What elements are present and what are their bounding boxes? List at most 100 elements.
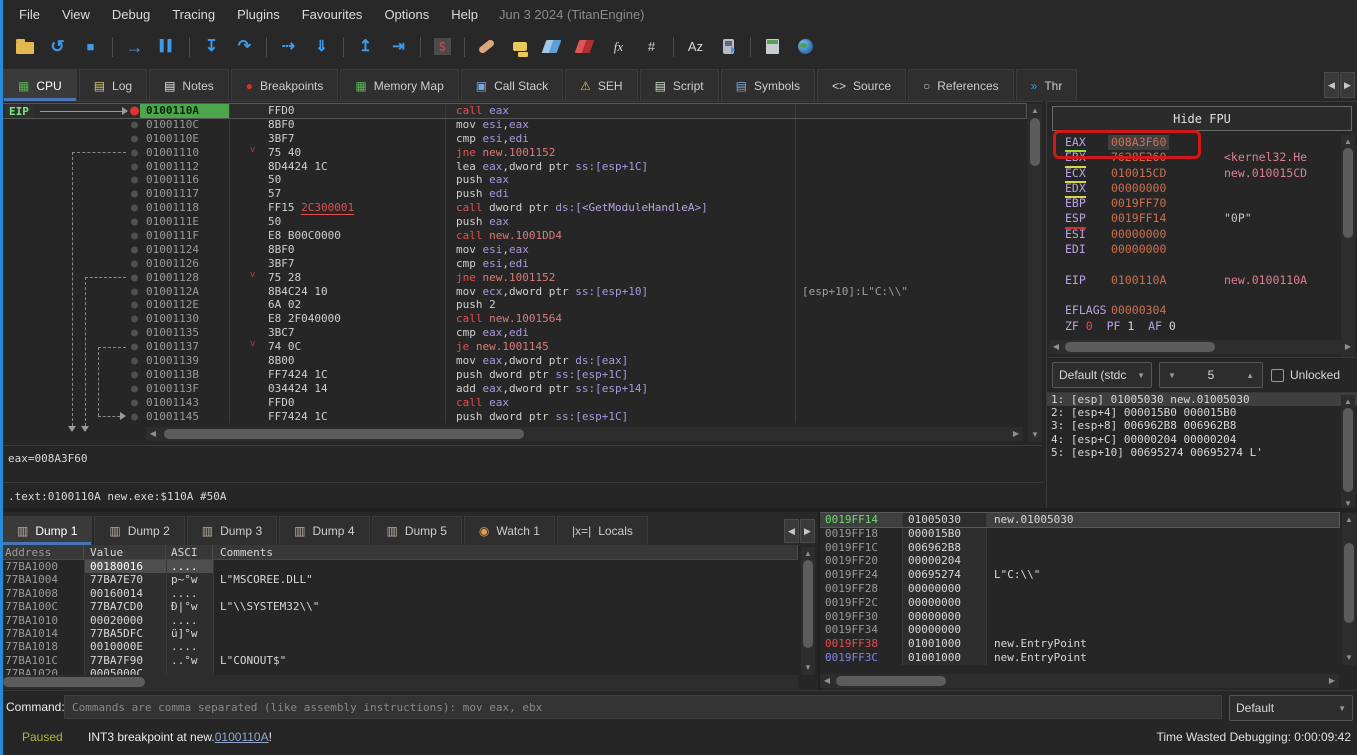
disassembly-row[interactable]: 0100111FE8 B00C0000call new.1001DD4 — [0, 229, 1026, 243]
calculator-icon[interactable] — [756, 33, 789, 61]
gutter-dot-icon[interactable] — [131, 177, 138, 184]
scroll-up-icon[interactable]: ▲ — [1341, 135, 1355, 149]
gutter-dot-icon[interactable] — [131, 246, 138, 253]
bookmarks-icon[interactable] — [569, 33, 602, 61]
disassembly-row[interactable]: 0100113BFF7424 1Cpush dword ptr ss:[esp+… — [0, 368, 1026, 382]
pause-icon[interactable]: ▌▌ — [151, 33, 184, 61]
scroll-left-icon[interactable]: ◀ — [146, 427, 160, 441]
strings-icon[interactable]: Az — [679, 33, 712, 61]
stack-row[interactable]: 0019FF3C01001000new.EntryPoint — [820, 651, 1339, 665]
disassembly-row[interactable]: 01001128v75 28jne new.1001152 — [0, 271, 1026, 285]
dump-header-comments[interactable]: Comments — [213, 545, 798, 559]
register-row[interactable]: EAX008A3F60 — [1047, 135, 1339, 150]
gutter-dot-icon[interactable] — [131, 232, 138, 239]
checkbox-icon[interactable] — [1271, 369, 1284, 382]
tab-watch-1[interactable]: ◉Watch 1 — [464, 516, 555, 545]
register-row[interactable]: EBX7628E260<kernel32.He — [1047, 150, 1339, 165]
scroll-right-icon[interactable]: ▶ — [1009, 427, 1023, 441]
stack-argument-row[interactable]: 3: [esp+8] 006962B8 006962B8 — [1047, 419, 1357, 432]
scroll-right-icon[interactable]: ▶ — [1325, 674, 1339, 688]
gutter-dot-icon[interactable] — [131, 344, 138, 351]
tab-breakpoints[interactable]: ●Breakpoints — [231, 69, 339, 101]
hash-icon[interactable]: # — [635, 33, 668, 61]
gutter-dot-icon[interactable] — [131, 274, 138, 281]
functions-icon[interactable]: fx — [602, 33, 635, 61]
gutter-dot-icon[interactable] — [131, 260, 138, 267]
gutter-dot-icon[interactable] — [131, 385, 138, 392]
donate-icon[interactable] — [789, 33, 822, 61]
disassembly-row[interactable]: 0100113F034424 14add eax,dword ptr ss:[e… — [0, 382, 1026, 396]
tab-threads[interactable]: »Thr — [1016, 69, 1078, 101]
tab-dump-1[interactable]: ▥Dump 1 — [2, 516, 92, 545]
scroll-down-icon[interactable]: ▼ — [801, 661, 815, 675]
tab-cpu[interactable]: ▦CPU — [3, 69, 77, 101]
disassembly-row[interactable]: 010011128D4424 1Clea eax,dword ptr ss:[e… — [0, 160, 1026, 174]
dump-header-address[interactable]: Address — [0, 545, 84, 559]
gutter-dot-icon[interactable] — [131, 399, 138, 406]
disassembly-panel[interactable]: EIP 0100110AFFD0call eax0100110C8BF0mov … — [0, 101, 1043, 445]
stack-row[interactable]: 0019FF2C00000000 — [820, 596, 1339, 610]
v-scroll-thumb[interactable] — [803, 560, 813, 648]
tab-references[interactable]: ○References — [908, 69, 1014, 101]
disassembly-h-scrollbar[interactable]: ◀ ▶ — [146, 427, 1023, 441]
gutter-dot-icon[interactable] — [131, 205, 138, 212]
h-scroll-thumb[interactable] — [836, 676, 946, 686]
register-row[interactable]: ESI00000000 — [1047, 227, 1339, 242]
disassembly-row[interactable]: 010011398B00mov eax,dword ptr ds:[eax] — [0, 354, 1026, 368]
tab-source[interactable]: <>Source — [817, 69, 906, 101]
disassembly-v-scrollbar[interactable]: ▲ ▼ — [1028, 104, 1042, 442]
disassembly-row[interactable]: 010011248BF0mov esi,eax — [0, 243, 1026, 257]
h-scroll-thumb[interactable] — [164, 429, 524, 439]
disassembly-row[interactable]: 01001110v75 40jne new.1001152 — [0, 146, 1026, 160]
stack-row[interactable]: 0019FF3801001000new.EntryPoint — [820, 637, 1339, 651]
menu-item-options[interactable]: Options — [373, 0, 440, 29]
v-scroll-thumb[interactable] — [1344, 543, 1354, 623]
gutter-dot-icon[interactable] — [131, 413, 138, 420]
tab-locals[interactable]: |x=|Locals — [557, 516, 648, 545]
step-into-skip-icon[interactable]: ⇓ — [305, 33, 338, 61]
scroll-up-icon[interactable]: ▲ — [1341, 395, 1355, 409]
registers-v-scrollbar[interactable]: ▲ ▼ — [1341, 135, 1355, 357]
run-to-user-code-icon[interactable]: ⇥ — [382, 33, 415, 61]
stack-argument-row[interactable]: 5: [esp+10] 00695274 00695274 L' — [1047, 446, 1357, 459]
stack-row[interactable]: 0019FF1401005030new.01005030 — [820, 513, 1339, 527]
register-row[interactable]: ESP0019FF14"0P" — [1047, 211, 1339, 226]
disassembly-row[interactable]: 0100110C8BF0mov esi,eax — [0, 118, 1026, 132]
step-over-icon[interactable]: ↷ — [228, 33, 261, 61]
gutter-dot-icon[interactable] — [131, 163, 138, 170]
h-scroll-thumb[interactable] — [1065, 342, 1215, 352]
tab-notes[interactable]: ▤Notes — [149, 69, 229, 101]
register-row[interactable]: EDI00000000 — [1047, 242, 1339, 257]
tab-scroll-right-icon[interactable]: ▶ — [1340, 72, 1355, 98]
stack-panel[interactable]: 0019FF1401005030new.010050300019FF180000… — [820, 512, 1357, 690]
stack-row[interactable]: 0019FF3000000000 — [820, 610, 1339, 624]
dump-row[interactable]: 77BA100477BA7E70p~°wL"MSCOREE.DLL" — [0, 573, 798, 586]
spinner-down-icon[interactable]: ▼ — [1168, 371, 1176, 380]
dump-scroll-left-icon[interactable]: ◀ — [784, 519, 799, 543]
gutter-dot-icon[interactable] — [131, 371, 138, 378]
restart-icon[interactable]: ↺ — [41, 33, 74, 61]
flags-row[interactable]: ZF 0 PF 1 AF 0 — [1047, 319, 1339, 334]
gutter-dot-icon[interactable] — [131, 302, 138, 309]
menu-item-view[interactable]: View — [51, 0, 101, 29]
tab-dump-5[interactable]: ▥Dump 5 — [372, 516, 462, 545]
scroll-left-icon[interactable]: ◀ — [1049, 340, 1063, 354]
spinner-up-icon[interactable]: ▲ — [1246, 371, 1254, 380]
scroll-up-icon[interactable]: ▲ — [801, 547, 815, 561]
stack-row[interactable]: 0019FF3400000000 — [820, 623, 1339, 637]
dump-row[interactable]: 77BA100800160014.... — [0, 587, 798, 600]
stack-row[interactable]: 0019FF18000015B0 — [820, 527, 1339, 541]
v-scroll-thumb[interactable] — [1343, 148, 1353, 238]
dump-row[interactable]: 77BA101000020000.... — [0, 614, 798, 627]
register-row[interactable]: EFLAGS00000304 — [1047, 303, 1339, 318]
disassembly-row[interactable]: 0100112E6A 02push 2 — [0, 298, 1026, 312]
settings-icon[interactable]: S — [426, 33, 459, 61]
tab-script[interactable]: ▤Script — [640, 69, 719, 101]
tab-seh[interactable]: ⚠SEH — [565, 69, 637, 101]
gutter-dot-icon[interactable] — [131, 357, 138, 364]
tab-log[interactable]: ▤Log — [79, 69, 147, 101]
scroll-up-icon[interactable]: ▲ — [1028, 104, 1042, 118]
step-into-icon[interactable]: ↧ — [195, 33, 228, 61]
disassembly-row[interactable]: 0100111E50push eax — [0, 215, 1026, 229]
comments-icon[interactable] — [503, 33, 536, 61]
